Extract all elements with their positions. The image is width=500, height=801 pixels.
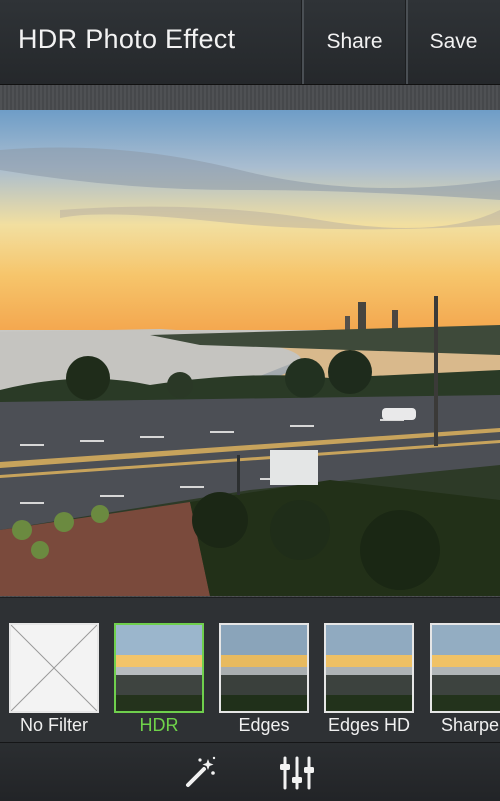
edges-thumbnail	[219, 623, 309, 713]
share-button[interactable]: Share	[303, 0, 406, 84]
no-filter-icon	[11, 625, 97, 711]
action-bar: HDR Photo Effect Share Save	[0, 0, 500, 85]
magic-wand-icon[interactable]	[180, 753, 220, 793]
sharpen-thumbnail	[430, 623, 500, 713]
bottom-toolbar	[0, 742, 500, 801]
app-title: HDR Photo Effect	[18, 24, 236, 54]
hdr-thumbnail	[114, 623, 204, 713]
filter-hdr[interactable]: HDR	[114, 623, 204, 735]
no-filter-thumbnail	[9, 623, 99, 713]
filter-edges-hd[interactable]: Edges HD	[324, 623, 414, 735]
filter-edges[interactable]: Edges	[219, 623, 309, 735]
filter-no-filter[interactable]: No Filter	[9, 623, 99, 735]
photo-preview[interactable]	[0, 110, 500, 596]
filter-sharpen[interactable]: Sharpen	[430, 623, 500, 735]
filter-label: Sharpen	[440, 715, 500, 735]
edges-hd-thumbnail	[324, 623, 414, 713]
sliders-icon[interactable]	[277, 753, 317, 793]
save-button[interactable]: Save	[407, 0, 500, 84]
filter-strip: No Filter HDR Edges Edges HD Sharpe	[0, 597, 500, 743]
